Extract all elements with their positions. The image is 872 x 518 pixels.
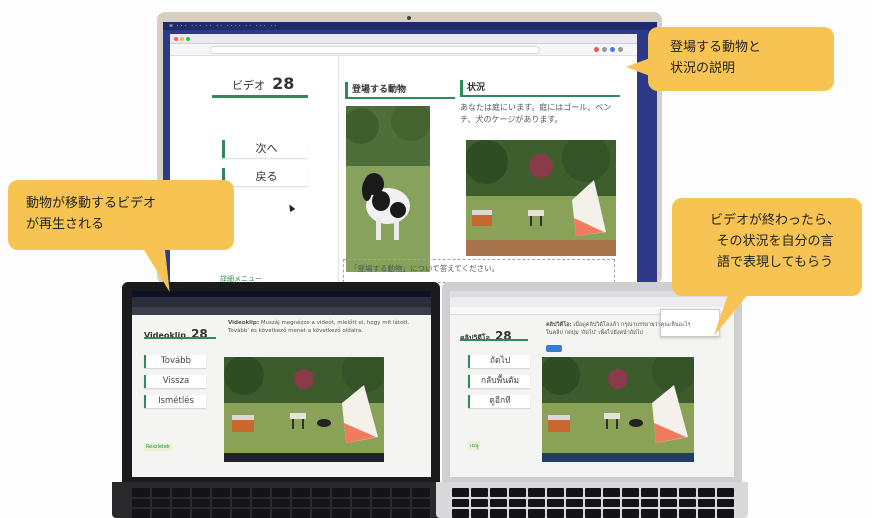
repeat-button[interactable]: Ismétlés	[144, 395, 206, 408]
callout-right-line2: その状況を自分の言	[716, 234, 834, 249]
minimize-window-icon[interactable]	[180, 37, 184, 41]
left-desc-title: Videoklip:	[228, 320, 260, 326]
left-title-underline	[144, 337, 216, 339]
next-button[interactable]: Tovább	[144, 355, 206, 368]
left-video-player[interactable]	[224, 357, 384, 462]
callout-left-line1: 動物が移動するビデオ	[26, 196, 157, 211]
back-button[interactable]: 戻る	[222, 168, 308, 186]
right-audio-button[interactable]	[546, 345, 562, 352]
callout-left: 動物が移動するビデオ が再生される	[8, 180, 234, 250]
video-number: 28	[272, 74, 295, 93]
close-window-icon[interactable]	[174, 37, 178, 41]
next-button[interactable]: 次へ	[222, 140, 308, 158]
callout-right-line1: ビデオが終わったら、	[709, 213, 840, 228]
extension-icons[interactable]	[594, 47, 623, 52]
left-laptop-screen: Videoklip 28 Tovább Vissza Ismétlés Rész…	[132, 291, 431, 477]
dog-photo	[346, 106, 430, 272]
left-description: Videoklip: Muszáj megnézze a videót, mie…	[228, 319, 424, 335]
next-button[interactable]: ถัดไป	[468, 355, 530, 368]
right-video-player[interactable]	[542, 357, 694, 462]
mac-menubar: ⌘ ・・・ ・・・ ・・ ・・ ・・・・ ・・ ・・・ ・・	[163, 22, 657, 30]
left-keyboard	[132, 488, 430, 518]
callout-top-right-line1: 登場する動物と	[670, 40, 762, 55]
callout-top-right-tail	[626, 58, 650, 76]
situation-description: あなたは庭にいます。庭にはゴール、ベンチ、犬のケージがあります。	[460, 103, 612, 124]
zoom-window-icon[interactable]	[186, 37, 190, 41]
video-title-card: ビデオ 28	[212, 68, 308, 98]
callout-left-line2: が再生される	[26, 217, 105, 232]
back-button[interactable]: กลับพื้นตัม	[468, 375, 530, 388]
left-menu-link[interactable]: Részletek	[144, 443, 172, 451]
left-video-title: Videoklip 28	[144, 327, 208, 341]
right-desc-title: คลิปวิดีโอ:	[546, 322, 572, 328]
right-tab-bar[interactable]	[450, 297, 734, 307]
animals-heading: 登場する動物	[345, 82, 455, 99]
callout-right-line3: 語で表現してもらう	[717, 255, 833, 270]
right-description: คลิปวิดีโอ: เมื่อดูคลิปวิดีโอแล้ว กรุณาบ…	[546, 321, 696, 337]
left-player-controls[interactable]	[224, 453, 384, 462]
mouse-cursor-icon	[286, 202, 296, 213]
callout-top-right: 登場する動物と 状況の説明	[648, 27, 834, 91]
callout-top-right-line2: 状況の説明	[670, 61, 736, 76]
right-menu-link[interactable]: เมนู	[468, 441, 481, 451]
browser-url-bar	[170, 44, 637, 56]
url-field[interactable]	[210, 46, 540, 54]
photo-scene: ⌘ ・・・ ・・・ ・・ ・・ ・・・・ ・・ ・・・ ・・ ビデオ 28 次へ…	[0, 0, 872, 518]
video-label: ビデオ	[232, 79, 265, 92]
column-divider	[338, 56, 339, 284]
page-content: ビデオ 28 次へ 戻る 詳細メニュー 登場する動物 状況 あなたは庭にいます。…	[170, 56, 637, 284]
browser-window: ビデオ 28 次へ 戻る 詳細メニュー 登場する動物 状況 あなたは庭にいます。…	[170, 34, 637, 284]
situation-heading: 状況	[460, 80, 620, 97]
right-video-title: คลิปวิดีโอ 28	[460, 329, 512, 343]
callout-right: ビデオが終わったら、 その状況を自分の言 語で表現してもらう	[672, 198, 862, 296]
right-title-underline	[460, 339, 528, 341]
browser-tab-bar[interactable]	[170, 34, 637, 44]
monitor-screen: ⌘ ・・・ ・・・ ・・ ・・ ・・・・ ・・ ・・・ ・・ ビデオ 28 次へ…	[163, 22, 657, 284]
back-button[interactable]: Vissza	[144, 375, 206, 388]
right-keyboard	[452, 488, 734, 518]
prompt-box: 「登場する動物」について答えてください。	[343, 259, 615, 283]
right-player-controls[interactable]	[542, 453, 694, 462]
repeat-button[interactable]: ดูอีกที	[468, 395, 530, 408]
camera-dot	[407, 16, 411, 20]
right-laptop-screen: คลิปวิดีโอ 28 ถัดไป กลับพื้นตัม ดูอีกที …	[450, 291, 734, 477]
left-tab-bar[interactable]	[132, 297, 431, 307]
garden-photo	[466, 140, 616, 256]
left-url-bar[interactable]	[132, 307, 431, 315]
